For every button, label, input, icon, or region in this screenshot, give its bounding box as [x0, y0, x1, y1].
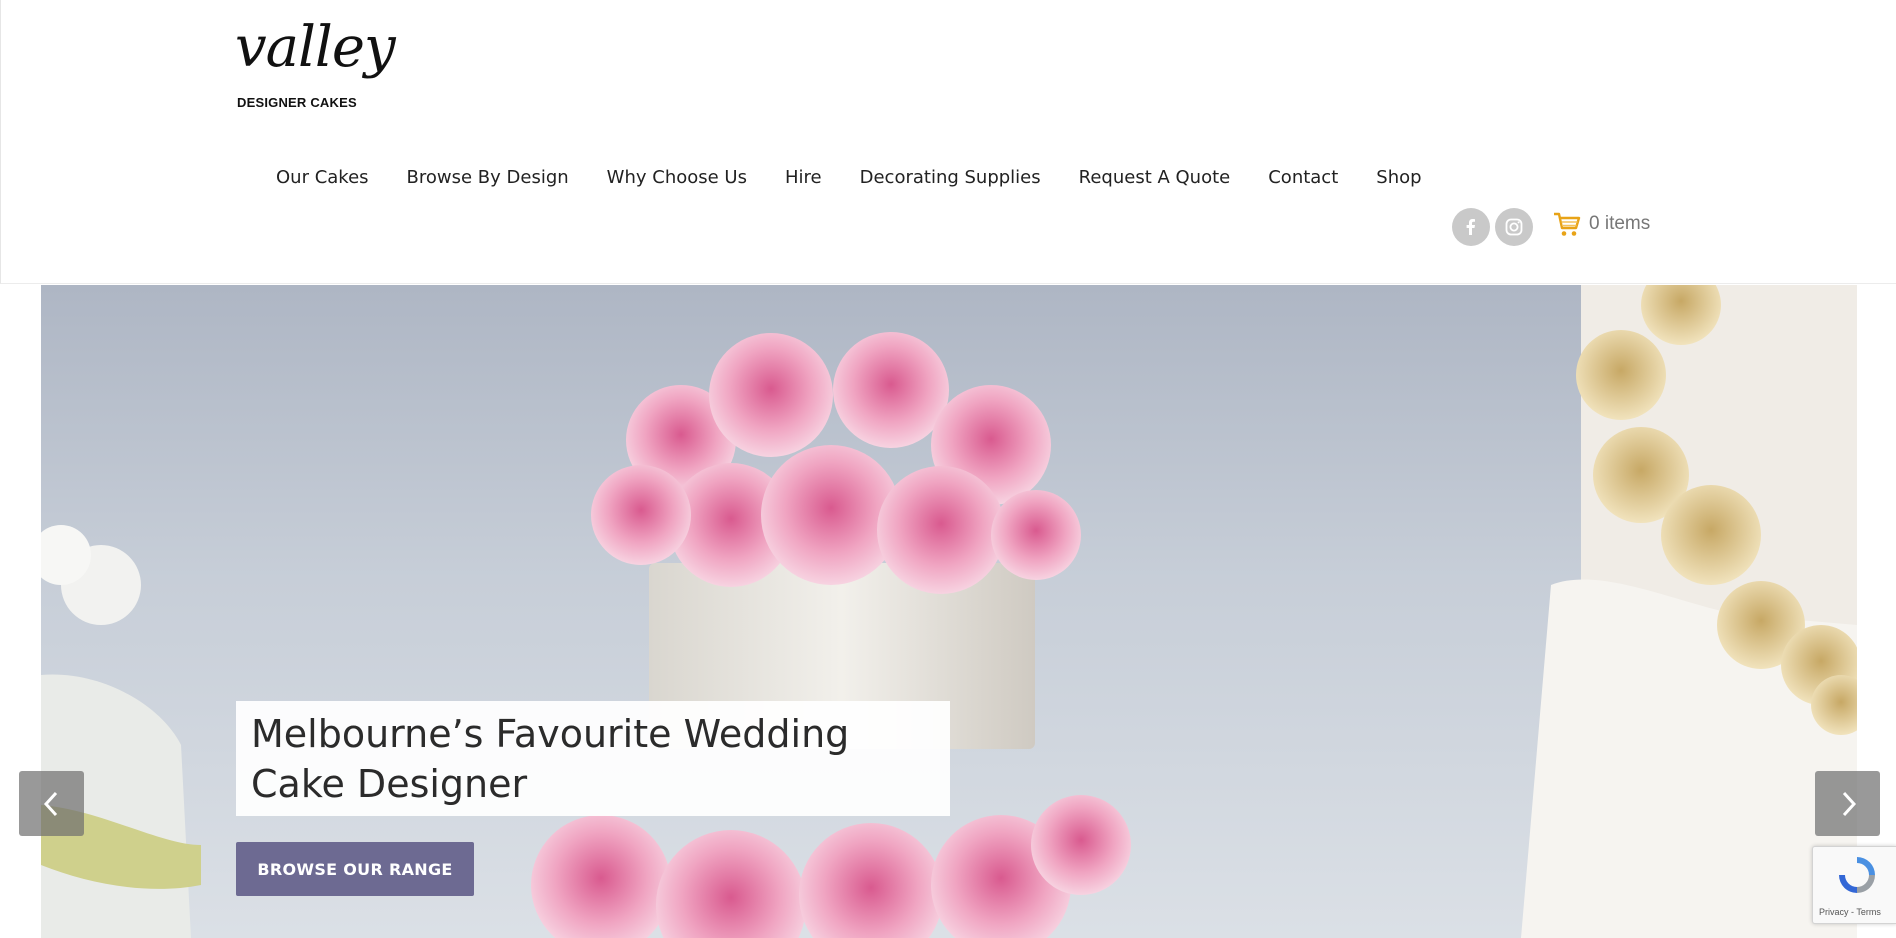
- hero-slider: Melbourne’s Favourite Wedding Cake Desig…: [41, 285, 1857, 938]
- nav-item-browse-by-design[interactable]: Browse By Design: [388, 162, 588, 194]
- recaptcha-badge[interactable]: Privacy - Terms: [1812, 846, 1896, 924]
- nav-item-request-a-quote[interactable]: Request A Quote: [1060, 162, 1250, 194]
- browse-range-button[interactable]: BROWSE OUR RANGE: [236, 842, 474, 896]
- hero-image: [41, 285, 1857, 938]
- chevron-left-icon: [43, 791, 58, 817]
- nav-item-decorating-supplies[interactable]: Decorating Supplies: [841, 162, 1060, 194]
- slider-next-button[interactable]: [1815, 771, 1880, 836]
- nav-item-hire[interactable]: Hire: [766, 162, 841, 194]
- nav-item-our-cakes[interactable]: Our Cakes: [257, 162, 388, 194]
- recaptcha-terms[interactable]: Privacy - Terms: [1819, 907, 1881, 917]
- nav-item-contact[interactable]: Contact: [1249, 162, 1357, 194]
- hero-caption-box: Melbourne’s Favourite Wedding Cake Desig…: [236, 701, 950, 816]
- main-nav: Our Cakes Browse By Design Why Choose Us…: [257, 162, 1441, 194]
- instagram-icon[interactable]: [1495, 208, 1533, 246]
- logo-subtitle: DESIGNER CAKES: [237, 95, 357, 110]
- cart-icon: [1554, 212, 1581, 236]
- site-logo[interactable]: valley DESIGNER CAKES: [235, 15, 396, 132]
- facebook-icon[interactable]: [1452, 208, 1490, 246]
- chevron-right-icon: [1842, 791, 1857, 817]
- site-header: valley DESIGNER CAKES Our Cakes Browse B…: [0, 0, 1896, 284]
- cart-link[interactable]: 0 items: [1552, 209, 1650, 239]
- nav-item-shop[interactable]: Shop: [1357, 162, 1440, 194]
- logo-script: valley: [235, 15, 396, 80]
- nav-item-why-choose-us[interactable]: Why Choose Us: [588, 162, 766, 194]
- cart-count: 0 items: [1589, 213, 1651, 234]
- hero-caption: Melbourne’s Favourite Wedding Cake Desig…: [251, 712, 850, 806]
- slider-prev-button[interactable]: [19, 771, 84, 836]
- recaptcha-icon: [1839, 857, 1875, 893]
